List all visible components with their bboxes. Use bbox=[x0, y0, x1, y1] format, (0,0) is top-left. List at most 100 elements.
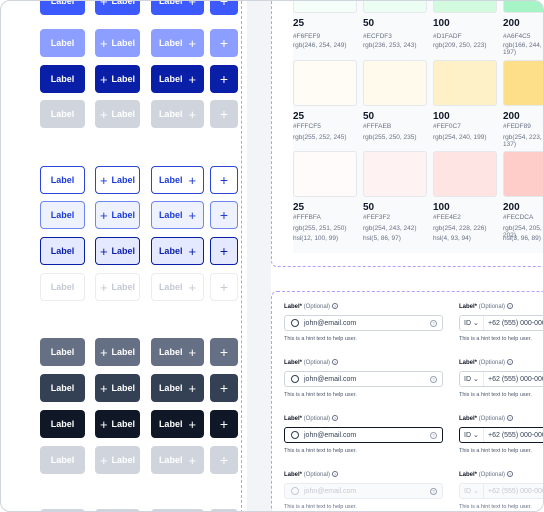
country-select[interactable]: ID ⌄ bbox=[460, 484, 484, 498]
icon-only-button[interactable]: + bbox=[210, 446, 238, 474]
swatch-shade: 100 bbox=[433, 111, 450, 122]
icon-right-button[interactable]: Label + bbox=[151, 65, 204, 93]
swatch-shade: 200 bbox=[503, 202, 520, 213]
icon-left-button[interactable]: +Label bbox=[95, 100, 140, 128]
icon-right-button[interactable]: Label + bbox=[151, 374, 204, 402]
phone-field[interactable]: ID ⌄ +62 (555) 000-0000 bbox=[459, 371, 544, 387]
swatch-shade: 50 bbox=[363, 202, 375, 213]
country-select[interactable]: ID ⌄ bbox=[460, 428, 484, 442]
field-label: Label* (Optional)? bbox=[284, 359, 339, 366]
swatch-shade: 25 bbox=[293, 202, 305, 213]
label-button[interactable]: Label bbox=[40, 410, 85, 438]
swatch-rgb: rgb(246, 254, 249) bbox=[293, 42, 347, 49]
button-label: Label bbox=[158, 210, 183, 220]
icon-left-button[interactable]: +Label bbox=[95, 65, 140, 93]
plus-icon: + bbox=[219, 416, 229, 432]
field-label: Label* (Optional)? bbox=[284, 303, 339, 310]
button-label: Label bbox=[111, 210, 136, 220]
hint-text: This is a hint text to help user. bbox=[459, 336, 532, 342]
icon-left-button[interactable]: +Label bbox=[95, 410, 140, 438]
swatch-hex: #FEF3F2 bbox=[363, 214, 391, 221]
icon-right-button[interactable]: Label + bbox=[151, 166, 204, 194]
icon-left-button[interactable]: +Label bbox=[95, 201, 140, 229]
button-label: Label bbox=[50, 383, 75, 393]
icon-left-button[interactable]: +Label bbox=[95, 446, 140, 474]
phone-value: +62 (555) 000-0000 bbox=[488, 375, 544, 383]
plus-icon: + bbox=[99, 279, 108, 295]
email-field[interactable]: john@email.com? bbox=[284, 371, 443, 387]
phone-field[interactable]: ID ⌄ +62 (555) 000-0000 bbox=[459, 315, 543, 331]
plus-icon: + bbox=[219, 71, 229, 87]
country-select[interactable]: ID ⌄ bbox=[460, 316, 484, 330]
label-button[interactable]: Label bbox=[40, 374, 85, 402]
icon-left-button[interactable]: +Label bbox=[95, 166, 140, 194]
icon-only-button[interactable]: + bbox=[210, 166, 238, 194]
swatch-shade: 100 bbox=[433, 18, 450, 29]
button-label: Label bbox=[158, 347, 183, 357]
plus-icon: + bbox=[219, 452, 229, 468]
plus-icon: + bbox=[99, 416, 108, 432]
icon-right-button[interactable]: Label + bbox=[151, 201, 204, 229]
icon-left-button[interactable]: +Label bbox=[95, 1, 140, 15]
button-label: Label bbox=[111, 455, 136, 465]
icon-only-button[interactable]: + bbox=[210, 273, 238, 301]
phone-field[interactable]: ID ⌄ +62 (555) 000-0000 bbox=[459, 483, 543, 499]
button-label: Label bbox=[111, 109, 136, 119]
icon-only-button[interactable]: + bbox=[210, 374, 238, 402]
icon-only-button[interactable]: + bbox=[210, 65, 238, 93]
swatch-rgb: rgb(166, 244, 197) bbox=[503, 42, 542, 56]
plus-icon: + bbox=[188, 279, 197, 295]
color-swatch bbox=[363, 151, 427, 197]
icon-right-button[interactable]: Label + bbox=[151, 29, 204, 57]
label-button[interactable]: Label bbox=[40, 446, 85, 474]
color-swatch bbox=[503, 151, 543, 197]
label-button[interactable]: Label bbox=[40, 273, 85, 301]
icon-right-button[interactable]: Label + bbox=[151, 1, 204, 15]
icon-left-button[interactable]: +Label bbox=[95, 374, 140, 402]
label-button[interactable]: Label bbox=[40, 100, 85, 128]
icon-right-button[interactable]: Label + bbox=[151, 446, 204, 474]
swatch-hsl: hsl(12, 100, 99) bbox=[293, 235, 339, 242]
button-label: Label bbox=[158, 175, 183, 185]
label-button[interactable]: Label bbox=[40, 65, 85, 93]
plus-icon: + bbox=[219, 207, 229, 223]
icon-only-button[interactable]: + bbox=[210, 1, 238, 15]
button-label: Label bbox=[158, 246, 183, 256]
email-field[interactable]: john@email.com? bbox=[284, 427, 443, 443]
label-button[interactable]: Label bbox=[40, 29, 85, 57]
label-button[interactable]: Label bbox=[40, 1, 85, 15]
email-field[interactable]: john@email.com? bbox=[284, 483, 443, 499]
color-swatch bbox=[433, 60, 497, 106]
swatch-hex: #F6FEF9 bbox=[293, 33, 321, 40]
swatch-rgb: rgb(255, 250, 235) bbox=[363, 134, 417, 141]
icon-only-button[interactable]: + bbox=[210, 338, 238, 366]
email-field[interactable]: john@email.com? bbox=[284, 315, 443, 331]
swatch-shade: 50 bbox=[363, 18, 375, 29]
button-label: Label bbox=[158, 282, 183, 292]
icon-only-button[interactable]: + bbox=[210, 237, 238, 265]
hint-text: This is a hint text to help user. bbox=[284, 392, 357, 398]
swatch-hex: #FFFCF5 bbox=[293, 123, 321, 130]
icon-right-button[interactable]: Label + bbox=[151, 410, 204, 438]
label-button[interactable]: Label bbox=[40, 237, 85, 265]
icon-only-button[interactable]: + bbox=[210, 100, 238, 128]
phone-field[interactable]: ID ⌄ +62 (555) 000-0000 bbox=[459, 427, 543, 443]
label-button[interactable]: Label bbox=[40, 338, 85, 366]
icon-right-button[interactable]: Label + bbox=[151, 338, 204, 366]
icon-left-button[interactable]: +Label bbox=[95, 338, 140, 366]
icon-left-button[interactable]: +Label bbox=[95, 237, 140, 265]
country-select[interactable]: ID ⌄ bbox=[460, 372, 484, 386]
button-label: Label bbox=[111, 175, 136, 185]
label-button[interactable]: Label bbox=[40, 166, 85, 194]
icon-only-button[interactable]: + bbox=[210, 201, 238, 229]
icon-only-button[interactable]: + bbox=[210, 29, 238, 57]
icon-right-button[interactable]: Label + bbox=[151, 100, 204, 128]
icon-right-button[interactable]: Label + bbox=[151, 273, 204, 301]
icon-only-button[interactable]: + bbox=[210, 410, 238, 438]
hint-text: This is a hint text to help user. bbox=[459, 392, 532, 398]
icon-right-button[interactable]: Label + bbox=[151, 237, 204, 265]
label-button[interactable]: Label bbox=[40, 201, 85, 229]
icon-left-button[interactable]: +Label bbox=[95, 29, 140, 57]
icon-left-button[interactable]: +Label bbox=[95, 273, 140, 301]
mail-icon bbox=[291, 431, 299, 439]
